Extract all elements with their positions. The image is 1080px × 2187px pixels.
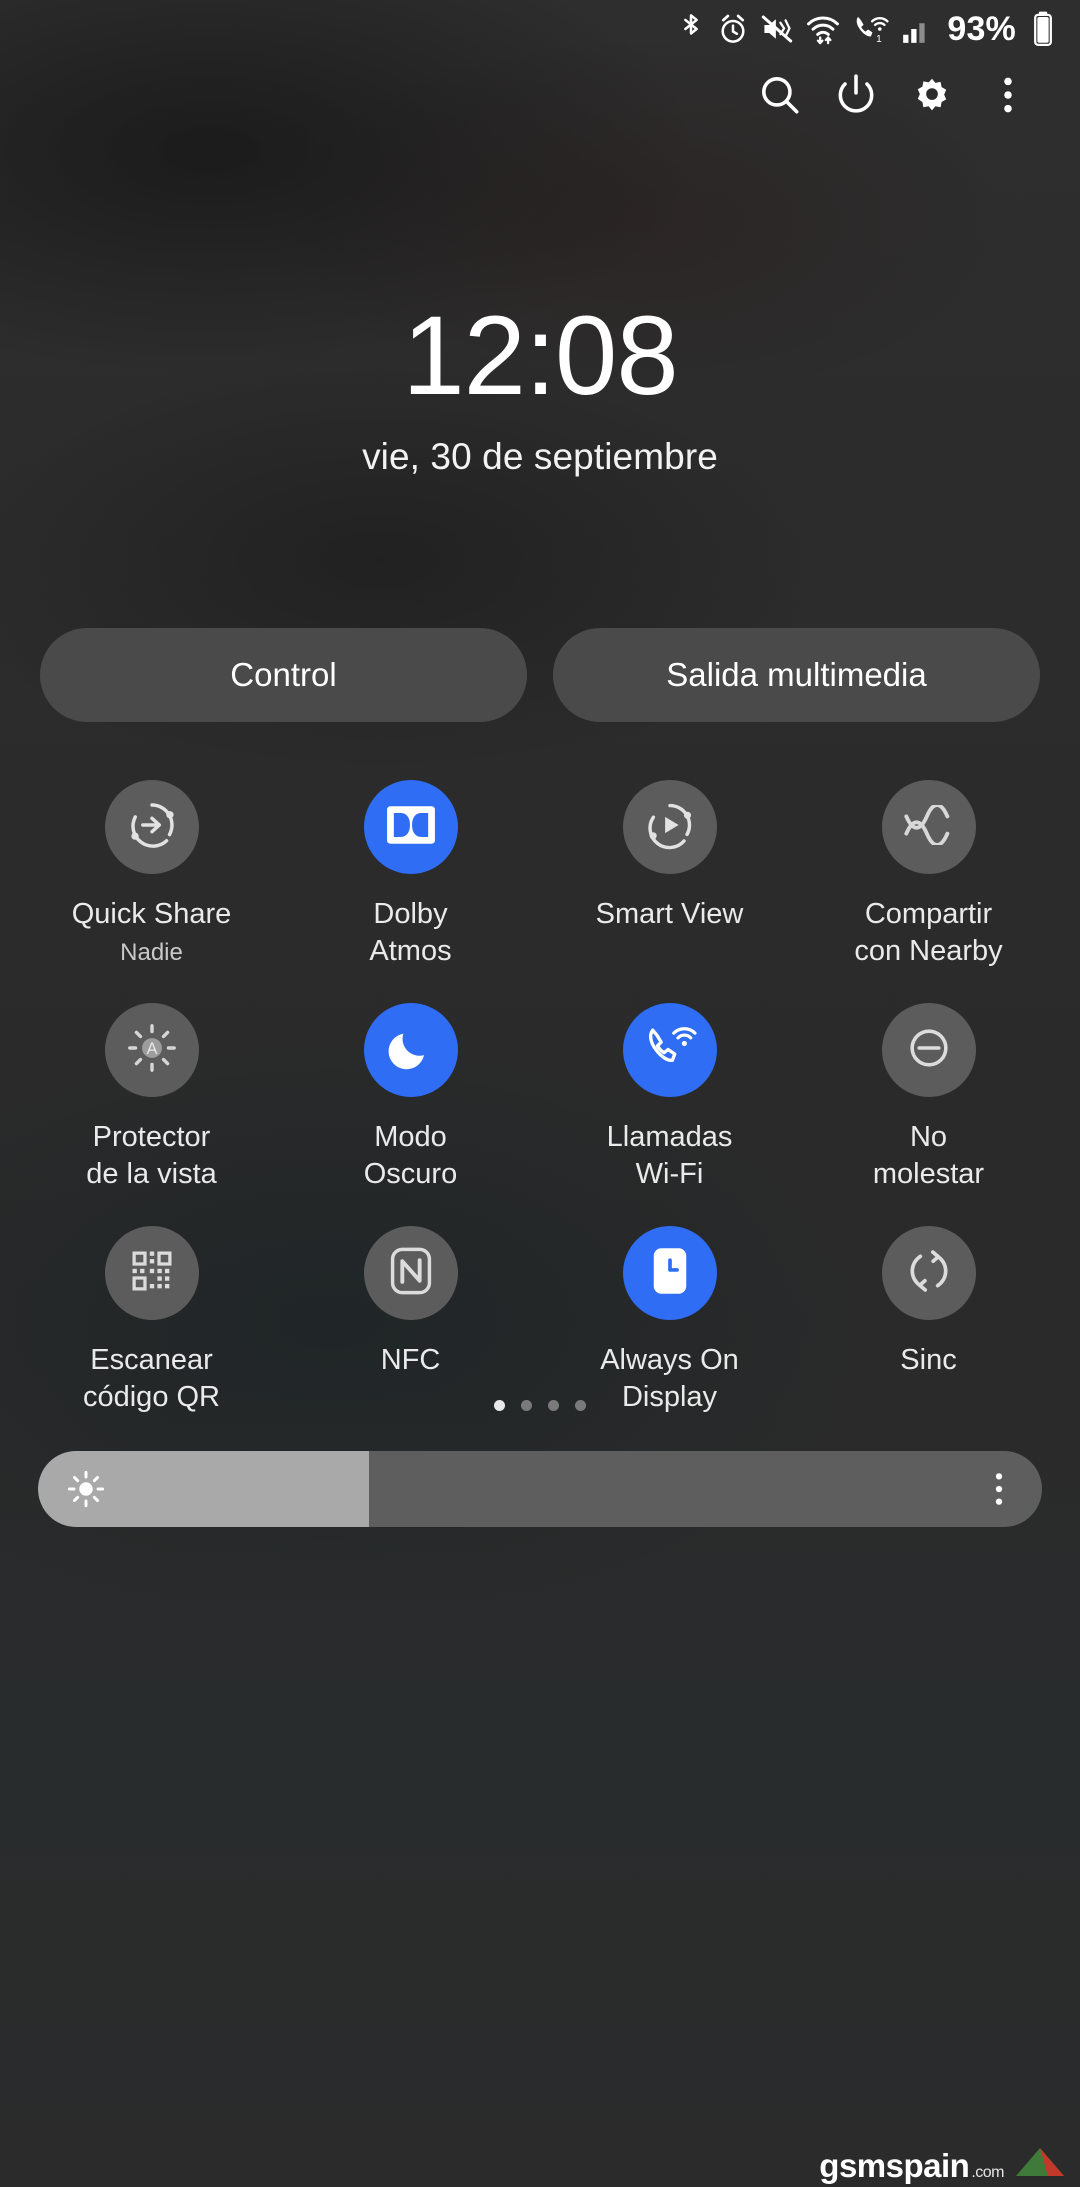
dolby-atmos-icon <box>385 804 437 851</box>
tile-label: Compartir con Nearby <box>854 898 1003 967</box>
brightness-options-icon[interactable] <box>984 1469 1014 1509</box>
quick-share-icon <box>125 798 179 857</box>
eye-comfort-tile-icon-bg: A <box>104 1003 199 1098</box>
dnd-tile-icon-bg <box>881 1003 976 1098</box>
pill-button-row: Control Salida multimedia <box>40 628 1040 722</box>
page-indicator <box>0 1400 1080 1411</box>
tile-wifi-calling[interactable]: Llamadas Wi-Fi <box>540 1003 799 1192</box>
quick-share-tile-icon-bg <box>104 780 199 874</box>
watermark: gsmspain .com <box>819 2142 1066 2182</box>
overflow-menu-icon <box>985 72 1031 123</box>
tile-sync[interactable]: Sinc <box>799 1226 1058 1415</box>
power-button[interactable] <box>818 66 894 128</box>
settings-button[interactable] <box>894 66 970 128</box>
wifi-calling-icon: 1 <box>853 13 889 45</box>
header-action-bar <box>0 66 1080 128</box>
watermark-suffix: .com <box>971 2164 1004 2181</box>
do-not-disturb-icon <box>904 1023 954 1078</box>
tile-scan-qr[interactable]: Escanear código QR <box>22 1226 281 1415</box>
brightness-slider[interactable] <box>38 1451 1042 1527</box>
qr-scan-icon <box>126 1245 178 1302</box>
battery-icon <box>1032 11 1054 47</box>
nfc-tile-icon-bg <box>363 1226 458 1321</box>
status-bar: 1 93% <box>0 0 1080 58</box>
tile-label: Quick Share <box>71 898 232 930</box>
quick-settings-grid: Quick Share Nadie Dolby Atmos Smart View… <box>22 780 1058 1415</box>
wifi-icon <box>806 13 840 45</box>
tile-label: Sinc <box>900 1344 957 1377</box>
page-dot-4[interactable] <box>575 1400 586 1411</box>
battery-percent-label: 93% <box>947 10 1016 48</box>
svg-text:1: 1 <box>876 34 882 45</box>
page-dot-2[interactable] <box>521 1400 532 1411</box>
tile-label: NFC <box>380 1344 441 1377</box>
brightness-sun-icon <box>66 1469 106 1509</box>
sync-tile-icon-bg <box>881 1226 976 1321</box>
tile-do-not-disturb[interactable]: No molestar <box>799 1003 1058 1192</box>
tile-label: Dolby Atmos <box>369 898 452 967</box>
sync-icon <box>904 1245 954 1302</box>
eye-comfort-shield-icon: A <box>125 1021 179 1080</box>
control-button[interactable]: Control <box>40 628 527 722</box>
always-on-display-icon <box>648 1245 692 1302</box>
mute-vibrate-icon <box>761 14 793 44</box>
tile-dark-mode[interactable]: Modo Oscuro <box>281 1003 540 1192</box>
signal-bars-icon <box>902 14 932 44</box>
clock-time: 12:08 <box>402 293 678 418</box>
watermark-text: gsmspain .com <box>819 2149 1004 2182</box>
tile-sublabel: Nadie <box>120 938 183 966</box>
search-icon <box>757 72 803 123</box>
tile-label: Llamadas Wi-Fi <box>606 1121 733 1190</box>
tile-label: Smart View <box>595 898 744 930</box>
wifi-calling-icon <box>643 1023 697 1078</box>
aod-tile-icon-bg <box>622 1226 717 1321</box>
smart-view-icon <box>643 798 697 857</box>
tile-always-on-display[interactable]: Always On Display <box>540 1226 799 1415</box>
nearby-share-tile-icon-bg <box>881 780 976 874</box>
bluetooth-icon <box>677 12 705 46</box>
clock-block[interactable]: 12:08 vie, 30 de septiembre <box>0 300 1080 478</box>
nfc-icon <box>388 1245 434 1302</box>
qr-tile-icon-bg <box>104 1226 199 1321</box>
nearby-share-icon <box>902 802 956 850</box>
search-button[interactable] <box>742 66 818 128</box>
clock-date: vie, 30 de septiembre <box>362 436 718 477</box>
tile-quick-share[interactable]: Quick Share Nadie <box>22 780 281 969</box>
page-dot-1[interactable] <box>494 1400 505 1411</box>
dolby-atmos-tile-icon-bg <box>363 780 458 874</box>
watermark-logo-icon <box>1014 2142 1066 2182</box>
power-icon <box>833 72 879 123</box>
tile-eye-comfort-shield[interactable]: A Protector de la vista <box>22 1003 281 1192</box>
smart-view-tile-icon-bg <box>622 780 717 874</box>
page-dot-3[interactable] <box>548 1400 559 1411</box>
dark-mode-moon-icon <box>386 1023 436 1078</box>
tile-nfc[interactable]: NFC <box>281 1226 540 1415</box>
tile-label: Modo Oscuro <box>363 1121 458 1190</box>
tile-label: Protector de la vista <box>86 1121 217 1190</box>
svg-text:A: A <box>146 1040 157 1058</box>
wifi-calling-tile-icon-bg <box>622 1003 717 1098</box>
watermark-brand: gsmspain <box>819 2147 970 2184</box>
dark-mode-tile-icon-bg <box>363 1003 458 1098</box>
gear-icon <box>909 72 955 123</box>
alarm-icon <box>718 13 748 45</box>
tile-label: No molestar <box>872 1121 985 1190</box>
quick-settings-panel: 1 93% 12:08 vie, 30 de septiembre Contro… <box>0 0 1080 2186</box>
tile-smart-view[interactable]: Smart View <box>540 780 799 969</box>
tile-dolby-atmos[interactable]: Dolby Atmos <box>281 780 540 969</box>
media-output-button[interactable]: Salida multimedia <box>553 628 1040 722</box>
tile-nearby-share[interactable]: Compartir con Nearby <box>799 780 1058 969</box>
overflow-menu-button[interactable] <box>970 66 1046 128</box>
